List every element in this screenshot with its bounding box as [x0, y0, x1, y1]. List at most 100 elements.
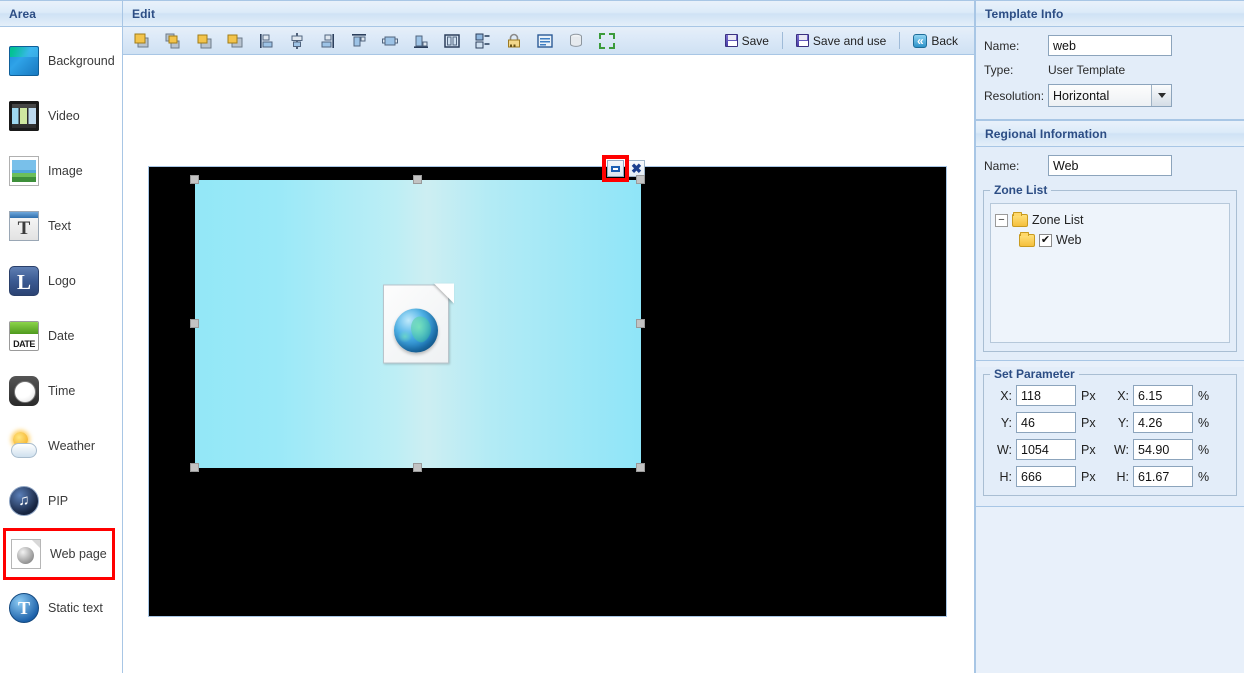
sidebar-item-label: Time: [48, 384, 75, 398]
tree-node-label: Web: [1056, 233, 1081, 247]
resize-handle-e[interactable]: [636, 319, 645, 328]
align-left-icon[interactable]: [253, 29, 278, 53]
regional-name-row: Name:: [982, 155, 1244, 176]
sidebar-item-label: Text: [48, 219, 71, 233]
param-x-pct-label: X:: [1107, 389, 1129, 403]
template-name-input[interactable]: [1048, 35, 1172, 56]
zone-properties-icon[interactable]: [607, 160, 624, 177]
regional-name-label: Name:: [982, 159, 1048, 173]
resize-handle-ne[interactable]: [636, 175, 645, 184]
resize-handle-se[interactable]: [636, 463, 645, 472]
properties-icon[interactable]: [532, 29, 557, 53]
zone-properties-glyph: [611, 166, 620, 172]
tree-node-web[interactable]: ✔ Web: [995, 230, 1225, 250]
panel-filler: [976, 507, 1244, 673]
resolution-select[interactable]: Horizontal: [1048, 84, 1172, 107]
template-type-value: User Template: [1048, 63, 1125, 77]
sidebar-item-text[interactable]: Text: [0, 198, 122, 253]
template-info-body: Name: Type: User Template Resolution: Ho…: [976, 27, 1244, 120]
save-button-label: Save: [742, 34, 769, 48]
bring-to-front-icon[interactable]: [129, 29, 154, 53]
back-button[interactable]: Back: [907, 33, 964, 49]
save-button[interactable]: Save: [719, 33, 775, 49]
align-bottom-icon[interactable]: [408, 29, 433, 53]
edit-pane: Edit: [123, 0, 975, 673]
save-and-use-button[interactable]: Save and use: [790, 33, 892, 49]
param-row-h: H: Px H: %: [990, 466, 1230, 487]
param-x-px-input[interactable]: [1016, 385, 1076, 406]
resize-handle-sw[interactable]: [190, 463, 199, 472]
param-pct-unit: %: [1198, 443, 1224, 457]
save-icon: [725, 34, 738, 47]
save-and-use-button-label: Save and use: [813, 34, 886, 48]
sidebar-item-video[interactable]: Video: [0, 88, 122, 143]
set-parameter-body: Set Parameter X: Px X: % Y: Px Y: %: [976, 367, 1244, 507]
distribute-horizontal-icon[interactable]: [439, 29, 464, 53]
param-y-pct-input[interactable]: [1133, 412, 1193, 433]
send-to-back-icon[interactable]: [222, 29, 247, 53]
distribute-vertical-icon[interactable]: [470, 29, 495, 53]
template-stage[interactable]: ✖: [148, 166, 947, 617]
properties-panel: Template Info Name: Type: User Template …: [975, 0, 1244, 673]
sidebar-item-weather[interactable]: Weather: [0, 418, 122, 473]
sidebar-item-image[interactable]: Image: [0, 143, 122, 198]
sidebar-item-background[interactable]: Background: [0, 33, 122, 88]
template-type-label: Type:: [982, 63, 1048, 77]
resize-handle-n[interactable]: [413, 175, 422, 184]
edit-header: Edit: [123, 0, 974, 27]
lock-icon[interactable]: [501, 29, 526, 53]
logo-icon: [9, 266, 39, 296]
resize-handle-s[interactable]: [413, 463, 422, 472]
align-center-horizontal-icon[interactable]: [284, 29, 309, 53]
param-px-unit: Px: [1081, 443, 1107, 457]
sidebar-header: Area: [0, 0, 122, 27]
back-arrow-icon: [913, 34, 927, 48]
param-pct-unit: %: [1198, 470, 1224, 484]
align-top-icon[interactable]: [346, 29, 371, 53]
page-fold-corner: [434, 284, 454, 304]
canvas-area: ✖: [123, 55, 974, 673]
param-x-pct-input[interactable]: [1133, 385, 1193, 406]
web-page-document-icon: [383, 285, 453, 364]
align-middle-vertical-icon[interactable]: [377, 29, 402, 53]
tree-toggle-icon[interactable]: −: [995, 214, 1008, 227]
sidebar-item-date[interactable]: Date: [0, 308, 122, 363]
resolution-select-wrap: Horizontal: [1048, 84, 1172, 107]
sidebar-item-logo[interactable]: Logo: [0, 253, 122, 308]
save-icon: [796, 34, 809, 47]
folder-icon: [1012, 214, 1028, 227]
sidebar-item-web-page[interactable]: Web page: [3, 528, 115, 580]
regional-name-input[interactable]: [1048, 155, 1172, 176]
param-w-pct-input[interactable]: [1133, 439, 1193, 460]
zone-list-group: Zone List − Zone List ✔ Web: [983, 183, 1237, 352]
param-h-pct-input[interactable]: [1133, 466, 1193, 487]
align-right-icon[interactable]: [315, 29, 340, 53]
param-h-px-input[interactable]: [1016, 466, 1076, 487]
web-page-zone[interactable]: ✖: [195, 180, 641, 468]
text-icon: [9, 211, 39, 241]
delete-icon[interactable]: [563, 29, 588, 53]
template-name-label: Name:: [982, 39, 1048, 53]
sidebar-item-label: Video: [48, 109, 80, 123]
sidebar-item-static-text[interactable]: Static text: [0, 580, 122, 635]
param-w-label: W:: [990, 443, 1012, 457]
set-parameter-legend: Set Parameter: [990, 367, 1079, 381]
zone-checkbox[interactable]: ✔: [1039, 234, 1052, 247]
toolbar-divider: [782, 32, 783, 49]
back-button-label: Back: [931, 34, 958, 48]
resize-handle-nw[interactable]: [190, 175, 199, 184]
resize-handle-w[interactable]: [190, 319, 199, 328]
bring-forward-icon[interactable]: [160, 29, 185, 53]
zone-tree[interactable]: − Zone List ✔ Web: [990, 203, 1230, 343]
send-backward-icon[interactable]: [191, 29, 216, 53]
param-y-px-input[interactable]: [1016, 412, 1076, 433]
background-icon: [9, 46, 39, 76]
param-w-px-input[interactable]: [1016, 439, 1076, 460]
tree-node-root[interactable]: − Zone List: [995, 210, 1225, 230]
fit-to-screen-icon[interactable]: [594, 29, 619, 53]
close-glyph: ✖: [631, 162, 642, 175]
sidebar-item-label: Static text: [48, 601, 103, 615]
sidebar-item-pip[interactable]: PIP: [0, 473, 122, 528]
template-resolution-row: Resolution: Horizontal: [982, 84, 1244, 107]
sidebar-item-time[interactable]: Time: [0, 363, 122, 418]
